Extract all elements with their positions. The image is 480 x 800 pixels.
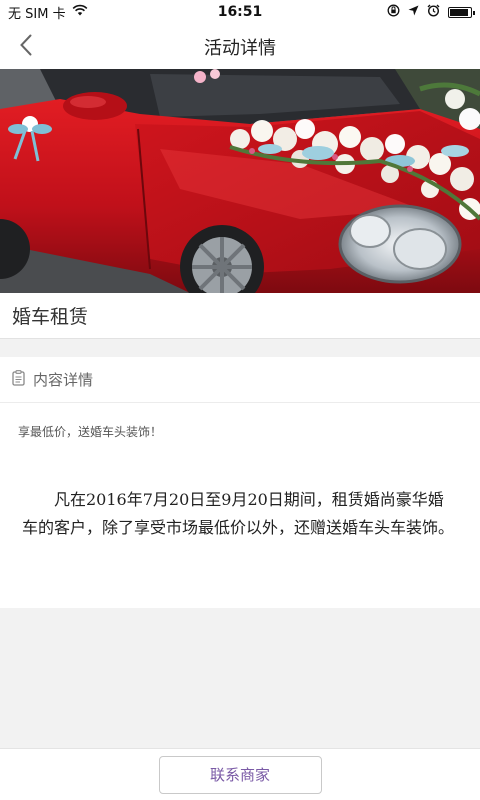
detail-body: 凡在2016年7月20日至9月20日期间，租赁婚尚豪华婚车的客户，除了享受市场最… [22, 490, 455, 537]
activity-title-row: 婚车租赁 [0, 293, 480, 339]
navigation-bar: 活动详情 [0, 24, 480, 69]
hero-image [0, 69, 480, 293]
wifi-icon [72, 4, 88, 20]
location-icon [408, 5, 419, 20]
status-bar: 无 SIM 卡 16:51 [0, 0, 480, 24]
alarm-icon [427, 4, 440, 21]
carrier-label: 无 SIM 卡 [8, 6, 66, 22]
detail-header-label: 内容详情 [33, 371, 94, 389]
document-icon [12, 369, 25, 390]
orientation-lock-icon [387, 4, 400, 21]
contact-merchant-button[interactable]: 联系商家 [158, 755, 322, 794]
detail-card: 内容详情 享最低价，送婚车头装饰！ 凡在2016年7月20日至9月20日期间，租… [0, 357, 480, 608]
chevron-left-icon [19, 34, 33, 60]
back-button[interactable] [6, 24, 46, 69]
status-right [387, 4, 475, 21]
bottom-bar: 联系商家 [0, 748, 480, 800]
status-left: 无 SIM 卡 [8, 3, 88, 22]
detail-header: 内容详情 [0, 357, 480, 403]
page-title: 活动详情 [204, 37, 276, 59]
battery-icon [448, 6, 475, 18]
detail-summary: 享最低价，送婚车头装饰！ [18, 425, 163, 439]
activity-title: 婚车租赁 [12, 306, 89, 328]
